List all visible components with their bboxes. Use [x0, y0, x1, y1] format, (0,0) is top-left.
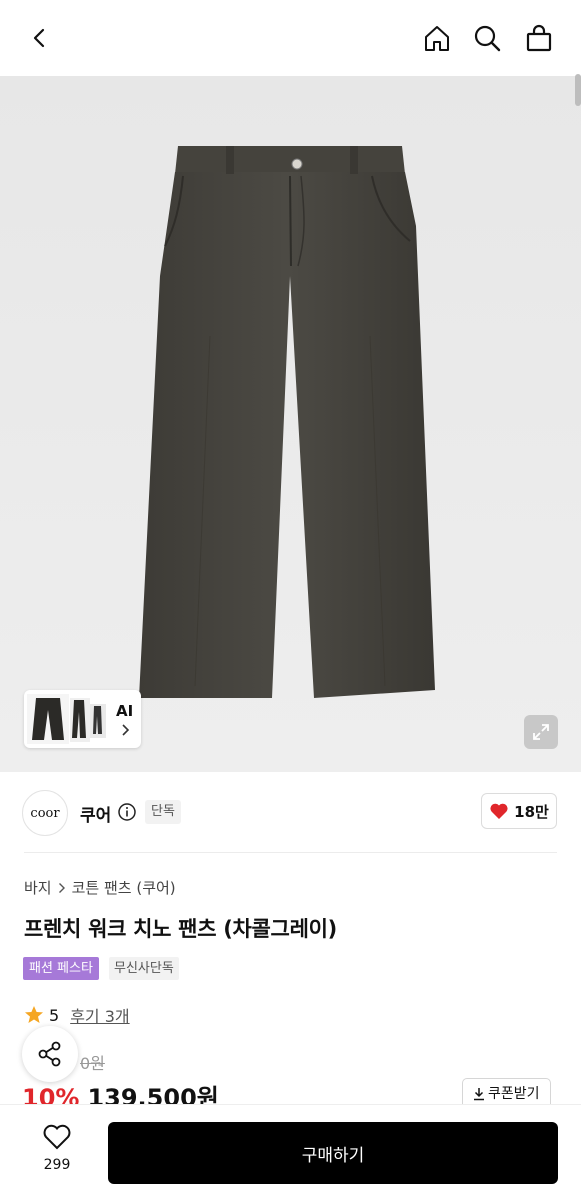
back-icon[interactable] [22, 20, 58, 56]
product-title: 프렌치 워크 치노 팬츠 (차콜그레이) [24, 917, 337, 941]
shopping-bag-icon[interactable] [521, 20, 557, 56]
top-bar [0, 0, 581, 76]
ai-thumbnail-box[interactable]: AI [24, 690, 141, 748]
brand-row: coor 쿠어 단독 18만 [0, 772, 581, 852]
download-icon [474, 1088, 484, 1101]
home-icon[interactable] [419, 20, 455, 56]
brand-like-button[interactable]: 18만 [481, 793, 557, 829]
info-icon[interactable] [117, 802, 137, 826]
brand-like-count: 18만 [514, 802, 549, 821]
product-image[interactable] [0, 76, 581, 772]
breadcrumb: 바지 코튼 팬츠 (쿠어) [24, 877, 176, 898]
divider [24, 852, 557, 853]
breadcrumb-item[interactable]: 코튼 팬츠 (쿠어) [72, 877, 176, 898]
share-icon [38, 1041, 61, 1067]
chevron-right-icon [121, 722, 131, 741]
buy-button[interactable]: 구매하기 [108, 1122, 558, 1184]
ai-label: AI [116, 702, 134, 720]
heart-outline-icon [43, 1124, 71, 1150]
chevron-right-icon [58, 882, 65, 893]
thumbnail-images [27, 694, 106, 744]
expand-icon[interactable] [524, 715, 558, 749]
pants-image [139, 146, 435, 698]
rating-row: 5 후기 3개 [24, 1003, 130, 1027]
rating-value: 5 [49, 1005, 60, 1025]
reviews-link[interactable]: 후기 3개 [70, 1003, 129, 1027]
breadcrumb-item[interactable]: 바지 [24, 877, 52, 898]
brand-logo[interactable]: coor [22, 790, 68, 836]
bottom-bar: 299 구매하기 [0, 1104, 581, 1201]
brand-name[interactable]: 쿠어 [80, 801, 111, 826]
musinsa-exclusive-tag: 무신사단독 [109, 957, 179, 980]
search-icon[interactable] [469, 20, 505, 56]
heart-icon [490, 803, 508, 819]
wishlist-count: 299 [43, 1157, 71, 1173]
exclusive-badge: 단독 [145, 800, 181, 824]
scroll-indicator[interactable] [575, 74, 581, 106]
star-icon [25, 1006, 43, 1023]
fashion-festa-tag: 패션 페스타 [23, 957, 99, 980]
wishlist-button[interactable]: 299 [30, 1123, 84, 1173]
share-button[interactable] [22, 1026, 78, 1082]
